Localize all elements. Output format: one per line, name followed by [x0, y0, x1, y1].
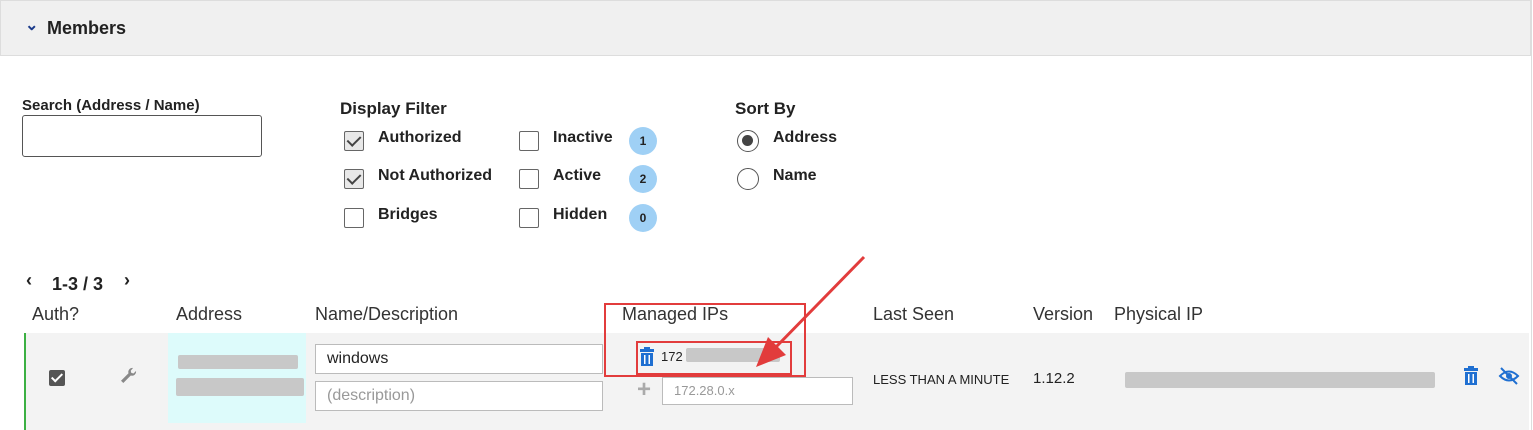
- members-section-header[interactable]: ⌄ Members: [0, 0, 1531, 56]
- redacted-address: [178, 355, 298, 369]
- column-header-physical-ip: Physical IP: [1114, 304, 1204, 324]
- column-header-address: Address: [176, 304, 243, 324]
- column-header-version: Version: [1033, 304, 1094, 324]
- section-title: Members: [47, 18, 127, 38]
- trash-icon[interactable]: [638, 347, 656, 367]
- sort-name-radio[interactable]: [737, 168, 759, 190]
- last-seen-value: LESS THAN A MINUTE: [873, 372, 1010, 387]
- sort-address-label: Address: [773, 129, 838, 146]
- auth-checkbox[interactable]: [49, 370, 65, 386]
- active-checkbox[interactable]: [519, 169, 539, 189]
- column-header-auth: Auth?: [32, 304, 80, 324]
- new-ip-input[interactable]: 172.28.0.x: [662, 377, 853, 405]
- bridges-checkbox[interactable]: [344, 208, 364, 228]
- inactive-count-badge: 1: [629, 127, 657, 155]
- eye-slash-icon[interactable]: [1498, 367, 1520, 385]
- active-option-label: Active: [553, 167, 602, 184]
- pager-prev-icon[interactable]: ‹: [26, 270, 32, 291]
- not-authorized-option-label: Not Authorized: [378, 167, 493, 184]
- panel-border: [1531, 0, 1532, 430]
- sort-address-radio[interactable]: [737, 130, 759, 152]
- managed-ip-value: 172: [661, 349, 683, 364]
- authorized-checkbox[interactable]: [344, 131, 364, 151]
- authorized-option-label: Authorized: [378, 129, 462, 146]
- chevron-down-icon[interactable]: ⌄: [25, 15, 38, 35]
- member-name-input[interactable]: windows: [315, 344, 603, 374]
- display-filter-label: Display Filter: [340, 99, 447, 118]
- bridges-option-label: Bridges: [378, 206, 438, 223]
- version-value: 1.12.2: [1033, 370, 1075, 387]
- arrow-annotation-icon: [756, 255, 866, 367]
- delete-member-icon[interactable]: [1462, 366, 1480, 386]
- redacted-address-ip: [176, 378, 304, 396]
- plus-icon[interactable]: +: [637, 376, 651, 404]
- pager-range: 1-3 / 3: [52, 274, 104, 294]
- sort-name-label: Name: [773, 167, 817, 184]
- column-header-name: Name/Description: [315, 304, 459, 324]
- member-description-input[interactable]: (description): [315, 381, 603, 411]
- inactive-option-label: Inactive: [553, 129, 613, 146]
- search-input[interactable]: [22, 115, 262, 157]
- wrench-icon[interactable]: [118, 366, 138, 386]
- redacted-physical-ip: [1125, 372, 1435, 388]
- column-header-last-seen: Last Seen: [873, 304, 955, 324]
- not-authorized-checkbox[interactable]: [344, 169, 364, 189]
- hidden-count-badge: 0: [629, 204, 657, 232]
- hidden-option-label: Hidden: [553, 206, 608, 223]
- pager-next-icon[interactable]: ›: [124, 270, 130, 291]
- search-label: Search (Address / Name): [22, 97, 200, 114]
- sort-by-label: Sort By: [735, 99, 796, 118]
- active-count-badge: 2: [629, 165, 657, 193]
- hidden-checkbox[interactable]: [519, 208, 539, 228]
- inactive-checkbox[interactable]: [519, 131, 539, 151]
